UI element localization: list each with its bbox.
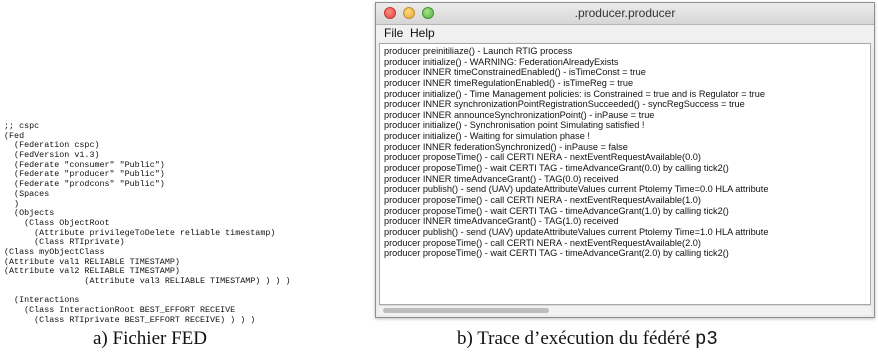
fed-file-line: ;; cspc	[4, 121, 40, 131]
trace-line: producer publish() - send (UAV) updateAt…	[384, 184, 769, 195]
menu-help[interactable]: Help	[410, 26, 435, 40]
producer-window: .producer.producer File Help producer pr…	[375, 2, 875, 318]
caption-federate-name: p3	[694, 328, 718, 350]
trace-line: producer INNER timeAdvanceGrant() - TAG(…	[384, 216, 619, 227]
trace-line: producer initialize() - Time Management …	[384, 88, 765, 99]
trace-line: producer initialize() - Waiting for simu…	[384, 131, 590, 142]
trace-line: producer publish() - send (UAV) updateAt…	[384, 226, 769, 237]
fed-file-line: )	[4, 198, 20, 209]
trace-line: producer proposeTime() - call CERTI NERA…	[384, 237, 701, 248]
trace-line: producer proposeTime() - call CERTI NERA…	[384, 194, 701, 205]
trace-line: producer preinitiliaze() - Launch RTIG p…	[384, 46, 573, 56]
trace-lines: producer preinitiliaze() - Launch RTIG p…	[384, 46, 870, 259]
fed-file-listing: ;; cspc (Fed (Federation cspc) (FedVersio…	[4, 121, 370, 324]
trace-line: producer proposeTime() - wait CERTI TAG …	[384, 163, 729, 174]
caption-execution-trace-text: b) Trace d’exécution du fédéré	[457, 328, 695, 349]
menu-file[interactable]: File	[384, 26, 403, 40]
trace-line: producer INNER timeRegulationEnabled() -…	[384, 77, 634, 88]
title-bar[interactable]: .producer.producer	[376, 3, 874, 25]
trace-line: producer INNER synchronizationPointRegis…	[384, 99, 745, 110]
trace-line: producer INNER federationSynchronized() …	[384, 141, 628, 152]
trace-line: producer initialize() - WARNING: Federat…	[384, 56, 619, 67]
trace-line: producer INNER timeAdvanceGrant() - TAG(…	[384, 173, 619, 184]
caption-execution-trace: b) Trace d’exécution du fédéré p3	[457, 328, 718, 350]
trace-line: producer INNER timeConstrainedEnabled() …	[384, 67, 646, 78]
caption-fed-file: a) Fichier FED	[93, 328, 207, 349]
menu-bar: File Help	[376, 25, 874, 42]
trace-output-area[interactable]: producer preinitiliaze() - Launch RTIG p…	[379, 43, 871, 305]
trace-line: producer initialize() - Synchronisation …	[384, 120, 645, 131]
horizontal-scrollbar[interactable]	[379, 305, 871, 315]
fed-file-line: (Spaces	[4, 188, 50, 199]
fed-file-line: (Class RTIprivate BEST_EFFORT RECEIVE) )…	[4, 314, 256, 325]
trace-line: producer proposeTime() - wait CERTI TAG …	[384, 248, 729, 259]
fed-file-line: (Federate "prodcons" "Public")	[4, 179, 165, 190]
trace-line: producer proposeTime() - wait CERTI TAG …	[384, 205, 729, 216]
horizontal-scrollbar-thumb[interactable]	[383, 308, 549, 313]
window-title: .producer.producer	[574, 6, 676, 20]
trace-line: producer proposeTime() - call CERTI NERA…	[384, 152, 701, 163]
trace-line: producer INNER announceSynchronizationPo…	[384, 109, 655, 120]
fed-file-line: (Attribute val3 RELIABLE TIMESTAMP) ) ) …	[4, 276, 291, 286]
